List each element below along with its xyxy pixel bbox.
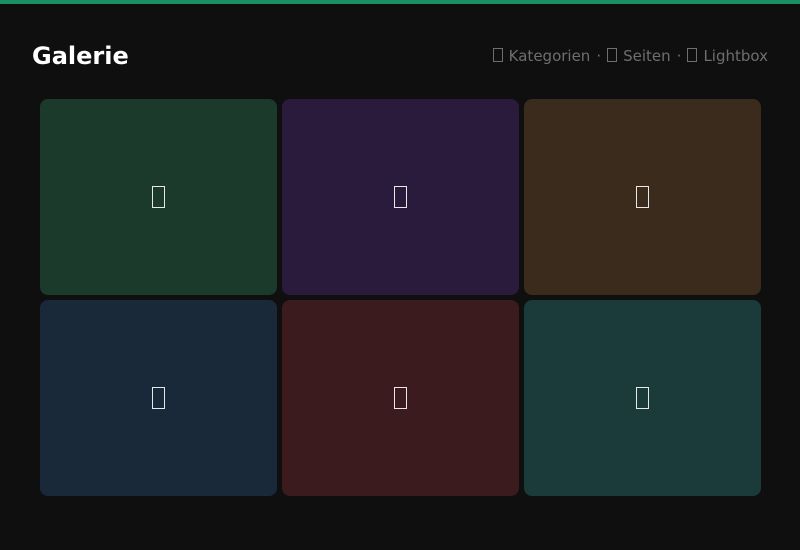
gallery-tile[interactable] <box>524 300 761 496</box>
gallery-header: Galerie Kategorien · Seiten · Lightbox <box>32 40 768 72</box>
gallery-tile[interactable] <box>524 99 761 295</box>
meta-label-categories: Kategorien <box>508 47 591 65</box>
image-icon <box>636 186 649 208</box>
lightbox-icon <box>687 48 698 62</box>
meta-label-lightbox: Lightbox <box>703 47 768 65</box>
image-icon <box>394 186 407 208</box>
meta-separator: · <box>676 47 682 65</box>
image-icon <box>394 387 407 409</box>
gallery-tile[interactable] <box>40 300 277 496</box>
meta-item-lightbox[interactable]: Lightbox <box>687 47 768 65</box>
gallery-tile[interactable] <box>282 99 519 295</box>
gallery-tile[interactable] <box>282 300 519 496</box>
gallery-meta: Kategorien · Seiten · Lightbox <box>492 47 768 65</box>
top-accent-bar <box>0 0 800 4</box>
page-title: Galerie <box>32 42 129 70</box>
gallery-grid <box>40 99 761 496</box>
meta-item-pages[interactable]: Seiten <box>607 47 671 65</box>
category-icon <box>492 48 503 62</box>
meta-separator: · <box>596 47 602 65</box>
gallery-tile[interactable] <box>40 99 277 295</box>
image-icon <box>636 387 649 409</box>
meta-item-categories[interactable]: Kategorien <box>492 47 591 65</box>
image-icon <box>152 186 165 208</box>
meta-label-pages: Seiten <box>623 47 671 65</box>
image-icon <box>152 387 165 409</box>
pages-icon <box>607 48 618 62</box>
